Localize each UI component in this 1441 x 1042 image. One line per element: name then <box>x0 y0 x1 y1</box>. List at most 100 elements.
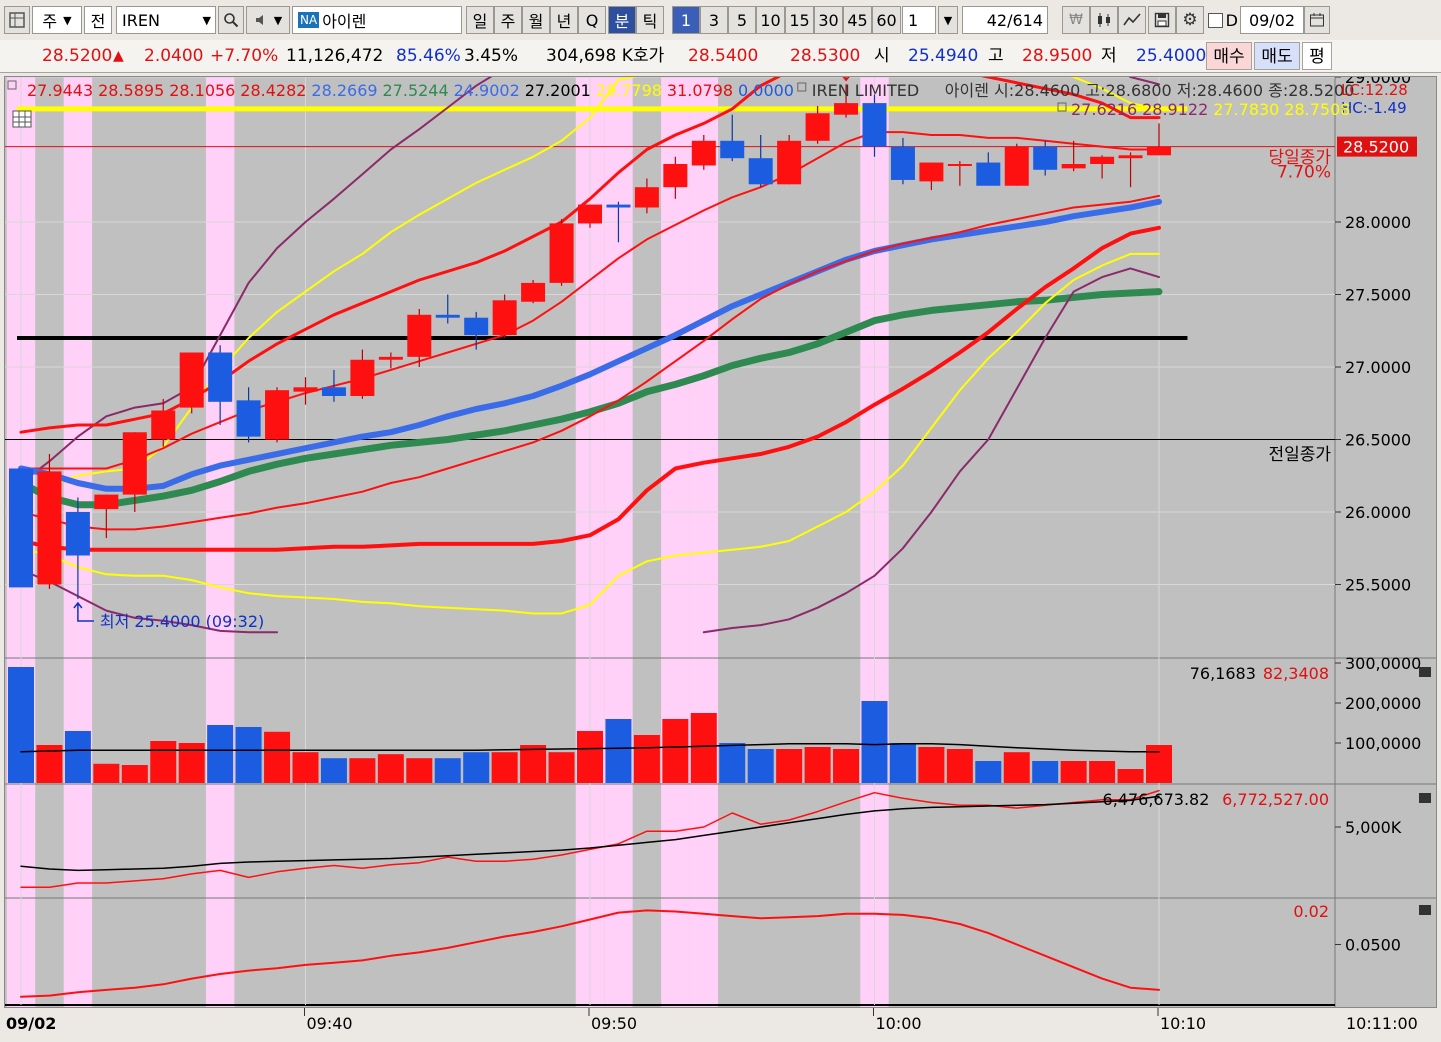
volume-bar[interactable] <box>918 747 945 783</box>
interval-value-input[interactable]: 1 <box>902 6 936 34</box>
candle-body[interactable] <box>151 410 176 440</box>
interval-button[interactable]: 15 <box>785 6 814 34</box>
candle-body[interactable] <box>777 140 802 185</box>
candle-body[interactable] <box>549 223 574 283</box>
table-icon[interactable] <box>12 110 32 128</box>
volume-bar[interactable] <box>975 761 1002 783</box>
panel-collapse-icon[interactable] <box>1419 793 1431 803</box>
candle-body[interactable] <box>1147 146 1171 156</box>
volume-bar[interactable] <box>8 667 34 783</box>
gear-icon[interactable]: ⚙ <box>1176 6 1204 34</box>
jeon-button[interactable]: 전 <box>84 6 112 34</box>
candle-body[interactable] <box>606 204 631 208</box>
volume-bar[interactable] <box>121 765 148 783</box>
candle-body[interactable] <box>1090 156 1115 164</box>
volume-bar[interactable] <box>1003 752 1030 783</box>
chart-svg[interactable]: 29.000028.000027.500027.000026.500026.00… <box>5 77 1437 1008</box>
market-select[interactable]: 주 ▼ <box>32 6 82 34</box>
volume-bar[interactable] <box>520 745 547 783</box>
buy-button[interactable]: 매수 <box>1206 42 1252 70</box>
volume-bar[interactable] <box>690 713 717 783</box>
panel-collapse-icon[interactable] <box>1419 667 1431 677</box>
volume-bar[interactable] <box>64 731 91 783</box>
candle-body[interactable] <box>890 146 915 180</box>
candle-body[interactable] <box>634 187 659 208</box>
candle-body[interactable] <box>1033 146 1058 170</box>
volume-bar[interactable] <box>719 743 746 783</box>
candle-body[interactable] <box>521 282 546 302</box>
candle-body[interactable] <box>208 352 233 402</box>
speaker-icon[interactable]: ▼ <box>246 6 290 34</box>
volume-bar[interactable] <box>889 743 916 783</box>
volume-bar[interactable] <box>633 735 660 783</box>
volume-bar[interactable] <box>434 758 461 783</box>
candle-body[interactable] <box>37 471 62 585</box>
candle-body[interactable] <box>834 103 859 115</box>
candle-body[interactable] <box>578 204 602 224</box>
candle-body[interactable] <box>663 164 688 188</box>
interval-button[interactable]: 45 <box>843 6 872 34</box>
chart-area[interactable]: 29.0000 28.0000 27.5000 27.0000 26.5000 26.00… <box>4 76 1437 1008</box>
interval-button[interactable]: 60 <box>872 6 901 34</box>
candle-body[interactable] <box>464 317 489 336</box>
candle-body[interactable] <box>179 352 204 408</box>
volume-bar[interactable] <box>747 749 774 783</box>
candle-body[interactable] <box>94 494 119 510</box>
volume-bar[interactable] <box>861 701 888 783</box>
candle-body[interactable] <box>748 158 773 185</box>
period-button[interactable]: 일 <box>466 6 494 34</box>
candle-body[interactable] <box>691 140 716 166</box>
volume-bar[interactable] <box>320 758 347 783</box>
candle-body[interactable] <box>407 314 432 357</box>
candle-body[interactable] <box>321 387 346 396</box>
volume-bar[interactable] <box>207 725 234 783</box>
interval-button[interactable]: 3 <box>700 6 728 34</box>
candle-body[interactable] <box>1118 155 1143 159</box>
candle-body[interactable] <box>265 390 290 440</box>
volume-bar[interactable] <box>93 763 120 783</box>
candle-icon[interactable] <box>1090 6 1118 34</box>
candle-body[interactable] <box>947 164 972 166</box>
candle-body[interactable] <box>236 400 261 437</box>
volume-bar[interactable] <box>946 749 973 783</box>
candle-body[interactable] <box>350 359 375 396</box>
sell-button[interactable]: 매도 <box>1254 42 1300 70</box>
volume-bar[interactable] <box>349 758 376 783</box>
volume-bar[interactable] <box>804 747 831 783</box>
candle-body[interactable] <box>65 512 90 556</box>
volume-bar[interactable] <box>833 749 860 783</box>
volume-bar[interactable] <box>292 752 319 783</box>
d-checkbox[interactable]: D <box>1208 6 1238 34</box>
interval-button[interactable]: 5 <box>728 6 756 34</box>
period-button[interactable]: 년 <box>550 6 578 34</box>
legend-box-icon[interactable] <box>797 82 807 92</box>
period-button[interactable]: 분 <box>608 6 636 34</box>
period-button[interactable]: 월 <box>522 6 550 34</box>
candle-body[interactable] <box>378 356 403 360</box>
interval-button[interactable]: 10 <box>756 6 785 34</box>
volume-bar[interactable] <box>150 741 177 783</box>
candle-body[interactable] <box>1061 164 1086 169</box>
candle-body[interactable] <box>720 140 745 159</box>
won-icon[interactable]: ₩ <box>1062 6 1090 34</box>
volume-bar[interactable] <box>605 719 632 783</box>
chevron-down-icon[interactable]: ▼ <box>203 14 211 27</box>
candle-body[interactable] <box>919 162 944 182</box>
search-icon[interactable] <box>218 6 244 34</box>
avg-button[interactable]: 평 <box>1302 42 1332 70</box>
candle-body[interactable] <box>492 300 517 336</box>
volume-bar[interactable] <box>377 754 404 783</box>
volume-bar[interactable] <box>264 731 291 783</box>
count-field[interactable]: 42/614 <box>962 6 1048 34</box>
interval-button[interactable]: 30 <box>814 6 843 34</box>
volume-bar[interactable] <box>1117 769 1144 783</box>
candle-body[interactable] <box>435 314 460 318</box>
volume-bar[interactable] <box>1146 745 1172 783</box>
volume-bar[interactable] <box>1089 761 1116 783</box>
volume-bar[interactable] <box>548 752 575 783</box>
name-field[interactable]: NA 아이렌 <box>292 6 462 34</box>
candle-body[interactable] <box>976 162 1001 186</box>
volume-bar[interactable] <box>463 752 490 783</box>
calendar-icon[interactable] <box>1304 6 1330 34</box>
candle-body[interactable] <box>1004 146 1029 186</box>
